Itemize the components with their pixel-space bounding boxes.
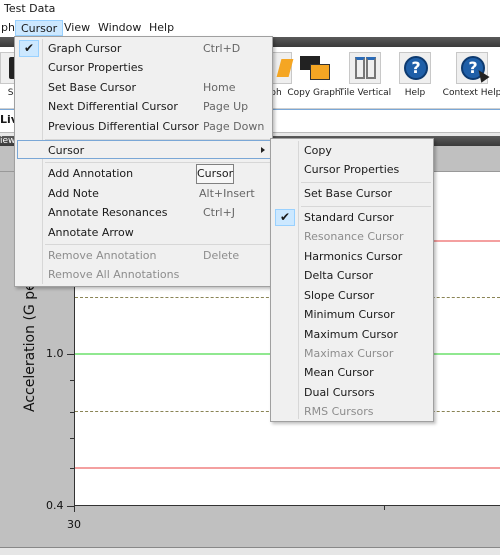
menu-bar: ph Cursor View Window Help xyxy=(0,19,500,37)
check-icon: ✔ xyxy=(275,209,295,226)
submenu-item-rms-cursors: RMS Cursors xyxy=(304,405,374,418)
y-tick xyxy=(67,506,74,507)
lower-abort-line xyxy=(75,467,500,469)
menu-item-remove-all-annotations: Remove All Annotations xyxy=(48,268,180,281)
submenu-item-mean-cursor[interactable]: Mean Cursor xyxy=(273,363,431,382)
submenu-item-harmonics-cursor[interactable]: Harmonics Cursor xyxy=(273,247,431,266)
y-tick xyxy=(67,354,74,355)
context-help-icon: ? xyxy=(456,52,490,84)
status-bar xyxy=(0,547,500,555)
menu-cursor[interactable]: Cursor xyxy=(15,20,64,36)
check-icon: ✔ xyxy=(19,40,39,57)
submenu-item-cursor-properties[interactable]: Cursor Properties xyxy=(273,160,431,179)
y-tick-minor xyxy=(70,438,74,439)
menu-item-remove-annotation: Remove Annotation Delete xyxy=(48,249,240,262)
copy-graph-icon xyxy=(298,52,330,84)
menu-item-previous-differential-cursor[interactable]: Previous Differential Cursor Page Down xyxy=(17,117,270,136)
menu-item-set-base-cursor[interactable]: Set Base Cursor Home xyxy=(17,78,270,97)
x-tick xyxy=(74,506,75,512)
submenu-item-standard-cursor[interactable]: ✔ Standard Cursor xyxy=(273,208,431,227)
x-tick xyxy=(384,506,385,510)
submenu-item-resonance-cursor: Resonance Cursor xyxy=(304,230,404,243)
x-tick-label: 30 xyxy=(67,518,81,531)
submenu-item-set-base-cursor[interactable]: Set Base Cursor xyxy=(273,184,431,203)
submenu-item-delta-cursor[interactable]: Delta Cursor xyxy=(273,266,431,285)
help-icon: ? xyxy=(399,52,431,84)
submenu-item-maximax-cursor: Maximax Cursor xyxy=(304,347,394,360)
title-bar: Test Data xyxy=(0,0,500,19)
menu-item-annotate-resonances[interactable]: Annotate Resonances Ctrl+J xyxy=(17,203,270,222)
menu-item-graph-cursor[interactable]: ✔ Graph Cursor Ctrl+D xyxy=(17,39,270,58)
tooltip: Cursor xyxy=(196,164,234,184)
cursor-menu: ✔ Graph Cursor Ctrl+D Cursor Properties … xyxy=(14,36,273,287)
y-tick-minor xyxy=(70,468,74,469)
submenu-item-minimum-cursor[interactable]: Minimum Cursor xyxy=(273,305,431,324)
menu-separator xyxy=(301,206,431,207)
menu-view[interactable]: View xyxy=(59,20,95,36)
submenu-item-copy[interactable]: Copy xyxy=(273,141,431,160)
y-tick-label: 0.4 xyxy=(46,499,64,512)
menu-item-add-note[interactable]: Add Note Alt+Insert xyxy=(17,184,270,203)
menu-item-next-differential-cursor[interactable]: Next Differential Cursor Page Up xyxy=(17,97,270,116)
menu-item-cursor-properties[interactable]: Cursor Properties xyxy=(17,58,270,77)
y-axis-label: Acceleration (G pea xyxy=(22,273,38,412)
menu-item-annotate-arrow[interactable]: Annotate Arrow xyxy=(17,223,270,242)
submenu-item-dual-cursors[interactable]: Dual Cursors xyxy=(273,383,431,402)
menu-help[interactable]: Help xyxy=(144,20,179,36)
y-tick-minor xyxy=(70,412,74,413)
y-tick-minor xyxy=(70,380,74,381)
submenu-item-slope-cursor[interactable]: Slope Cursor xyxy=(273,286,431,305)
menu-separator xyxy=(45,244,270,245)
context-help-button[interactable]: ? Context Help xyxy=(442,52,500,98)
menu-separator xyxy=(45,162,270,163)
help-button[interactable]: ? Help xyxy=(385,52,445,98)
menu-window[interactable]: Window xyxy=(93,20,146,36)
menu-separator xyxy=(301,182,431,183)
menu-item-cursor-submenu[interactable]: Cursor xyxy=(17,140,272,159)
submenu-arrow-icon xyxy=(261,147,265,153)
submenu-item-maximum-cursor[interactable]: Maximum Cursor xyxy=(273,325,431,344)
y-tick-label: 1.0 xyxy=(46,347,64,360)
cursor-submenu: Copy Cursor Properties Set Base Cursor ✔… xyxy=(270,138,434,422)
window-title: Test Data xyxy=(4,2,56,15)
tile-vertical-icon xyxy=(349,52,381,84)
